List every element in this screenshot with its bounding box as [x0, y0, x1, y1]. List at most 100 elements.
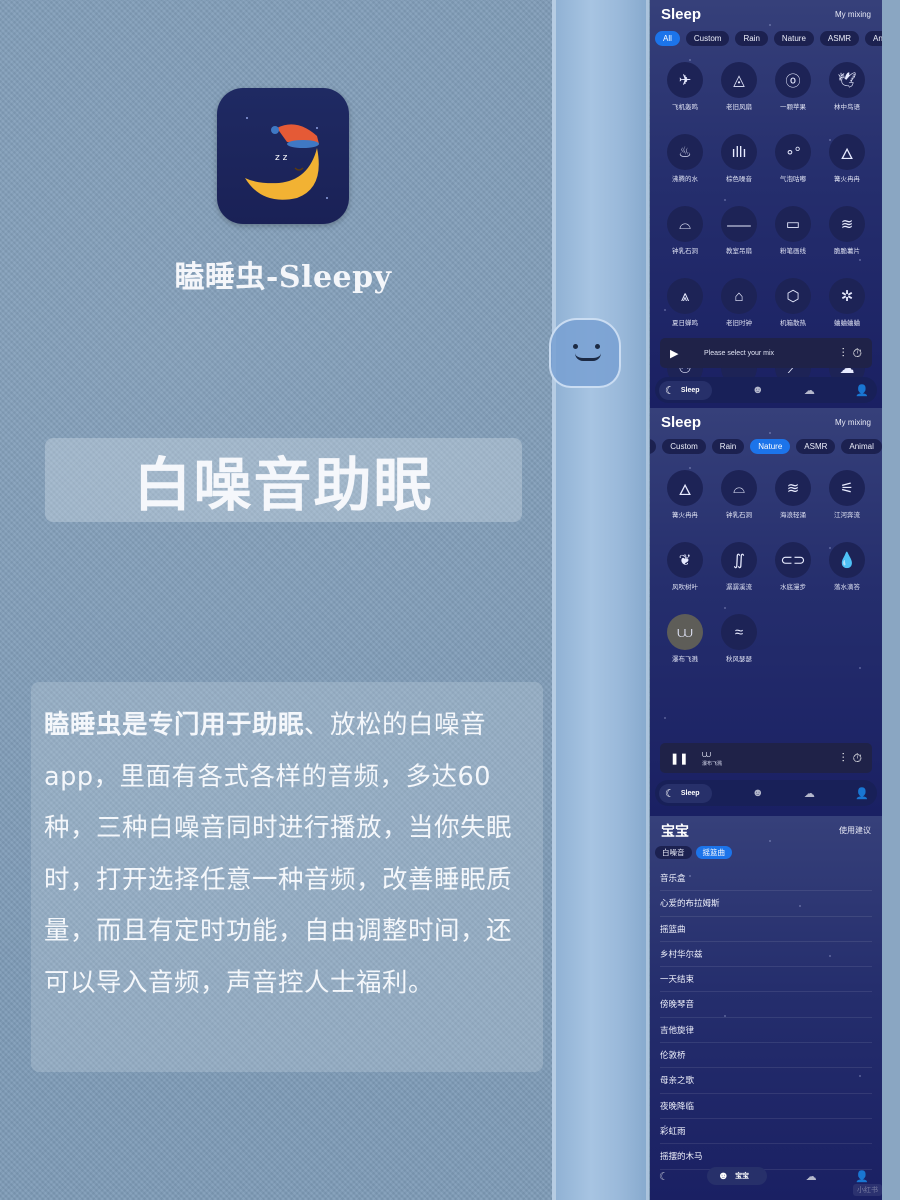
tab-sleep-label: Sleep [680, 386, 700, 394]
sound-label: 钟乳石洞 [726, 512, 752, 519]
sound-tile[interactable]: ▭ 粉笔画线 [775, 206, 811, 255]
sound-tile[interactable]: ♨ 沸腾的水 [667, 134, 703, 183]
usage-tips-link[interactable]: 使用建议 [839, 825, 871, 836]
song-item[interactable]: 乡村华尔兹 [660, 942, 872, 968]
chip-nature[interactable]: Nature [773, 31, 814, 46]
tab-weather[interactable]: ☁ [806, 1170, 817, 1183]
song-item[interactable]: 彩虹雨 [660, 1119, 872, 1145]
ghost-eye [595, 344, 600, 349]
sound-tile[interactable]: ≋ 海浪轻涌 [775, 470, 811, 519]
cave-icon: ⌓ [667, 206, 703, 242]
chip-all[interactable] [650, 439, 657, 454]
sound-tile[interactable]: ⚟ 江河奔流 [829, 470, 865, 519]
sound-tile[interactable]: ◬ 老旧风扇 [721, 62, 757, 111]
sound-tile[interactable]: ⌓ 钟乳石洞 [721, 470, 757, 519]
sound-tile[interactable]: 🜂 篝火冉冉 [829, 134, 865, 183]
tab-sleep[interactable]: ☾ Sleep [659, 783, 712, 803]
app-name: 瞌睡虫-Sleepy [174, 260, 392, 295]
screen-title: Sleep [661, 6, 702, 23]
sound-label: 风吹树叶 [672, 584, 698, 591]
sound-tile[interactable]: ∘° 气泡咕嘟 [775, 134, 811, 183]
description: 瞌睡虫是专门用于助眠、放松的白噪音app，里面有各式各样的音频，多达60种，三种… [44, 700, 533, 1009]
cpu-fan-icon: ⬡ [775, 278, 811, 314]
tab-profile[interactable]: 👤 [855, 1170, 869, 1183]
sound-tile[interactable]: 🕊 林中鸟语 [829, 62, 865, 111]
song-item[interactable]: 伦敦桥 [660, 1043, 872, 1069]
sound-tile[interactable]: ✲ 蛐蛐蛐蛐 [829, 278, 865, 327]
waves-icon: ≋ [775, 470, 811, 506]
song-item[interactable]: 摇篮曲 [660, 917, 872, 942]
sound-tile[interactable]: 🜂 篝火冉冉 [667, 470, 703, 519]
category-chips: All Custom Rain Nature ASMR Animal [655, 31, 882, 46]
screen-sleep-nature: Sleep My mixing Custom Rain Nature ASMR Anim… [650, 408, 882, 816]
song-item[interactable]: 音乐盒 [660, 866, 872, 892]
song-item[interactable]: 傍晚琴音 [660, 992, 872, 1018]
sound-tile[interactable]: ıllı 棕色噪音 [721, 134, 757, 183]
chip-asmr[interactable]: ASMR [796, 439, 836, 454]
sound-tile[interactable]: 💧 落水滴答 [829, 542, 865, 591]
waterfall-strip [552, 0, 649, 1200]
tab-baby[interactable]: ☻ [752, 384, 764, 396]
chip-animal[interactable]: Animal [841, 439, 882, 454]
tab-profile[interactable]: 👤 [855, 384, 869, 397]
sound-tile[interactable]: ⌓ 钟乳石洞 [667, 206, 703, 255]
tab-sleep[interactable]: ☾ [659, 1170, 669, 1183]
svg-text:z z: z z [275, 153, 288, 163]
sound-tile[interactable]: ⩊ 瀑布飞溅 [667, 614, 703, 663]
baby-face-icon: ☻ [751, 787, 764, 799]
sound-tile[interactable]: ⌂ 老旧时钟 [721, 278, 757, 327]
my-mixing-link[interactable]: My mixing [835, 418, 871, 427]
tab-baby[interactable]: ☻ [752, 787, 764, 799]
tab-bar: ☾ Sleep ☻ ☁ 👤 [655, 377, 877, 403]
chip-nature[interactable]: Nature [750, 439, 791, 454]
tab-bar: ☾ ☻ 宝宝 ☁ 👤 [655, 1163, 877, 1189]
chip-custom[interactable]: Custom [685, 31, 730, 46]
sound-tile[interactable]: ⬡ 机箱散热 [775, 278, 811, 327]
sound-label: 飞机轰鸣 [672, 104, 698, 111]
chip-rain[interactable]: Rain [735, 31, 768, 46]
chip-摇篮曲[interactable]: 摇篮曲 [695, 846, 732, 859]
sound-label: 棕色噪音 [726, 176, 752, 183]
tab-profile[interactable]: 👤 [855, 787, 869, 800]
sound-tile[interactable]: ⊂⊃ 水底漫步 [775, 542, 811, 591]
chip-白噪音[interactable]: 白噪音 [655, 846, 692, 859]
sound-tile[interactable]: ✈ 飞机轰鸣 [667, 62, 703, 111]
tab-weather[interactable]: ☁ [804, 384, 815, 397]
chip-all[interactable]: All [655, 31, 680, 46]
apple-icon: ⓞ [775, 62, 811, 98]
description-rest: 、放松的白噪音app，里面有各式各样的音频，多达60种，三种白噪音同时进行播放，… [44, 710, 513, 998]
chip-custom[interactable]: Custom [662, 439, 706, 454]
chip-rain[interactable]: Rain [711, 439, 745, 454]
stream-icon: ∬ [721, 542, 757, 578]
chip-animal[interactable]: Animal [865, 31, 882, 46]
play-icon[interactable]: ▶ [670, 347, 690, 360]
sound-tile[interactable]: ≋ 脆脆薯片 [829, 206, 865, 255]
bubbles-icon: ∘° [775, 134, 811, 170]
song-item[interactable]: 心爱的布拉姆斯 [660, 891, 872, 917]
timer-icon[interactable]: ⏱ [853, 346, 862, 361]
mixer-icon[interactable]: ⫶ [842, 346, 845, 361]
chip-asmr[interactable]: ASMR [819, 31, 860, 46]
sound-tile[interactable]: ❦ 风吹树叶 [667, 542, 703, 591]
sound-tile[interactable]: ≈ 秋风瑟瑟 [721, 614, 757, 663]
pause-icon[interactable]: ❚❚ [670, 752, 690, 765]
ghost-mouth [575, 353, 601, 361]
my-mixing-link[interactable]: My mixing [835, 10, 871, 19]
mixer-icon[interactable]: ⫶ [842, 751, 845, 766]
sound-tile[interactable]: ⸺ 教室吊扇 [721, 206, 757, 255]
sound-tile[interactable]: ⩓ 夏日蝉鸣 [667, 278, 703, 327]
tab-sleep[interactable]: ☾ Sleep [659, 380, 712, 400]
song-item[interactable]: 夜晚降临 [660, 1094, 872, 1119]
song-item[interactable]: 一天结束 [660, 967, 872, 993]
song-item[interactable]: 母亲之歌 [660, 1068, 872, 1094]
timer-icon[interactable]: ⏱ [853, 751, 862, 766]
song-item[interactable]: 吉他旋律 [660, 1018, 872, 1044]
watermark: 小红书 [853, 1184, 882, 1196]
sound-tile[interactable]: ⓞ 一颗苹果 [775, 62, 811, 111]
cave-icon: ⌓ [721, 470, 757, 506]
tab-baby[interactable]: ☻ 宝宝 [707, 1167, 768, 1185]
screen-title: Sleep [661, 414, 702, 431]
cricket-icon: ✲ [829, 278, 865, 314]
tab-weather[interactable]: ☁ [804, 787, 815, 800]
sound-tile[interactable]: ∬ 潺潺溪流 [721, 542, 757, 591]
